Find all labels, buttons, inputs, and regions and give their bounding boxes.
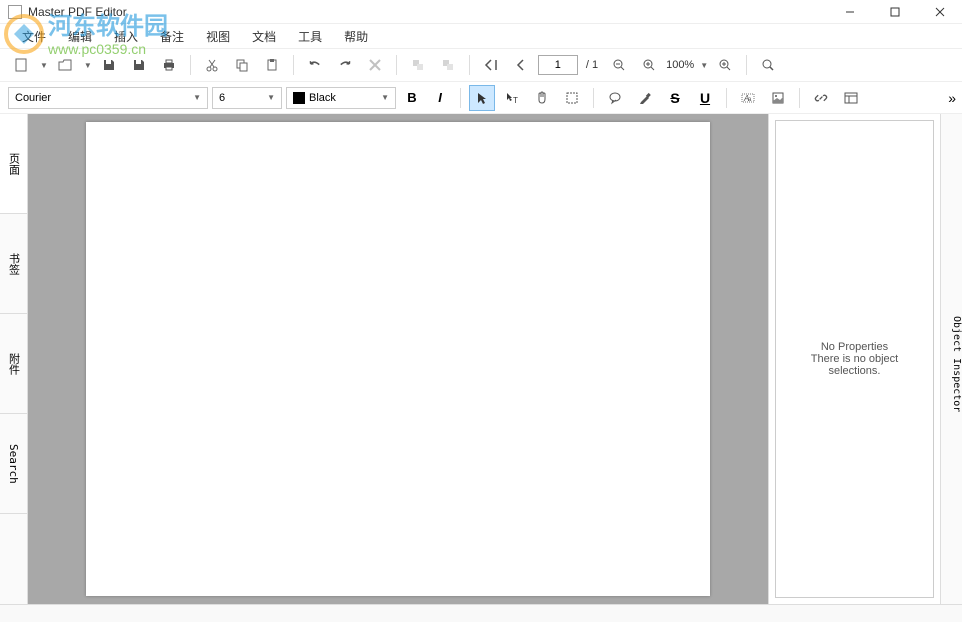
titlebar: Master PDF Editor [0, 0, 962, 24]
open-button[interactable] [52, 52, 78, 78]
page-input[interactable] [538, 55, 578, 75]
comment-tool[interactable] [602, 85, 628, 111]
maximize-button[interactable] [872, 0, 917, 24]
new-button[interactable] [8, 52, 34, 78]
window-title: Master PDF Editor [28, 5, 127, 19]
app-icon [8, 5, 22, 19]
prev-page-button[interactable] [508, 52, 534, 78]
format-toolbar: Courier▼ 6▼ Black▼ B I T S U Aa » [0, 82, 962, 114]
marquee-tool[interactable] [559, 85, 585, 111]
bold-button[interactable]: B [400, 86, 424, 110]
hand-tool[interactable] [529, 85, 555, 111]
page-total: / 1 [586, 59, 598, 71]
undo-button[interactable] [302, 52, 328, 78]
menu-document[interactable]: 文档 [242, 26, 286, 47]
menu-comment[interactable]: 备注 [150, 26, 194, 47]
statusbar [0, 604, 962, 622]
first-page-button[interactable] [478, 52, 504, 78]
text-select-tool[interactable]: T [499, 85, 525, 111]
underline-tool[interactable]: U [692, 85, 718, 111]
canvas-area[interactable] [28, 114, 768, 604]
left-sidebar: 页面 书签 附件 Search [0, 114, 28, 604]
zoom-out-button[interactable] [606, 52, 632, 78]
more-tools-button[interactable]: » [948, 90, 956, 106]
fit-page-button[interactable] [712, 52, 738, 78]
select-tool[interactable] [469, 85, 495, 111]
menu-tools[interactable]: 工具 [288, 26, 332, 47]
svg-text:A: A [743, 94, 749, 103]
right-tab-inspector[interactable]: Object Inspector [940, 114, 962, 604]
copy-object-button[interactable] [405, 52, 431, 78]
main-area: 页面 书签 附件 Search No Properties There is n… [0, 114, 962, 604]
menubar: 文件 编辑 插入 备注 视图 文档 工具 帮助 [0, 24, 962, 48]
delete-button[interactable] [362, 52, 388, 78]
edit-text-tool[interactable]: Aa [735, 85, 761, 111]
sidebar-tab-pages[interactable]: 页面 [0, 114, 27, 214]
menu-help[interactable]: 帮助 [334, 26, 378, 47]
font-select[interactable]: Courier▼ [8, 87, 208, 109]
svg-text:T: T [513, 96, 518, 105]
paste-button[interactable] [259, 52, 285, 78]
strikethrough-tool[interactable]: S [662, 85, 688, 111]
menu-file[interactable]: 文件 [12, 26, 56, 47]
open-dropdown-icon[interactable]: ▼ [84, 61, 92, 70]
sidebar-tab-search[interactable]: Search [0, 414, 27, 514]
link-tool[interactable] [808, 85, 834, 111]
print-button[interactable] [156, 52, 182, 78]
paste-object-button[interactable] [435, 52, 461, 78]
new-dropdown-icon[interactable]: ▼ [40, 61, 48, 70]
menu-view[interactable]: 视图 [196, 26, 240, 47]
zoom-in-button[interactable] [636, 52, 662, 78]
inspector-content: No Properties There is no object selecti… [775, 120, 934, 598]
save-button[interactable] [96, 52, 122, 78]
sidebar-tab-bookmarks[interactable]: 书签 [0, 214, 27, 314]
menu-insert[interactable]: 插入 [104, 26, 148, 47]
saveas-button[interactable] [126, 52, 152, 78]
image-tool[interactable] [765, 85, 791, 111]
redo-button[interactable] [332, 52, 358, 78]
copy-button[interactable] [229, 52, 255, 78]
close-button[interactable] [917, 0, 962, 24]
sidebar-tab-attachments[interactable]: 附件 [0, 314, 27, 414]
search-button[interactable] [755, 52, 781, 78]
highlight-tool[interactable] [632, 85, 658, 111]
cut-button[interactable] [199, 52, 225, 78]
pdf-page[interactable] [86, 122, 710, 596]
main-toolbar: ▼ ▼ / 1 100% ▼ [0, 48, 962, 82]
minimize-button[interactable] [827, 0, 872, 24]
color-swatch-icon [293, 92, 305, 104]
zoom-value: 100% [666, 59, 694, 71]
color-select[interactable]: Black▼ [286, 87, 396, 109]
italic-button[interactable]: I [428, 86, 452, 110]
menu-edit[interactable]: 编辑 [58, 26, 102, 47]
inspector-panel: No Properties There is no object selecti… [768, 114, 940, 604]
form-tool[interactable] [838, 85, 864, 111]
svg-text:a: a [748, 97, 752, 103]
size-select[interactable]: 6▼ [212, 87, 282, 109]
zoom-dropdown-icon[interactable]: ▼ [700, 61, 708, 70]
